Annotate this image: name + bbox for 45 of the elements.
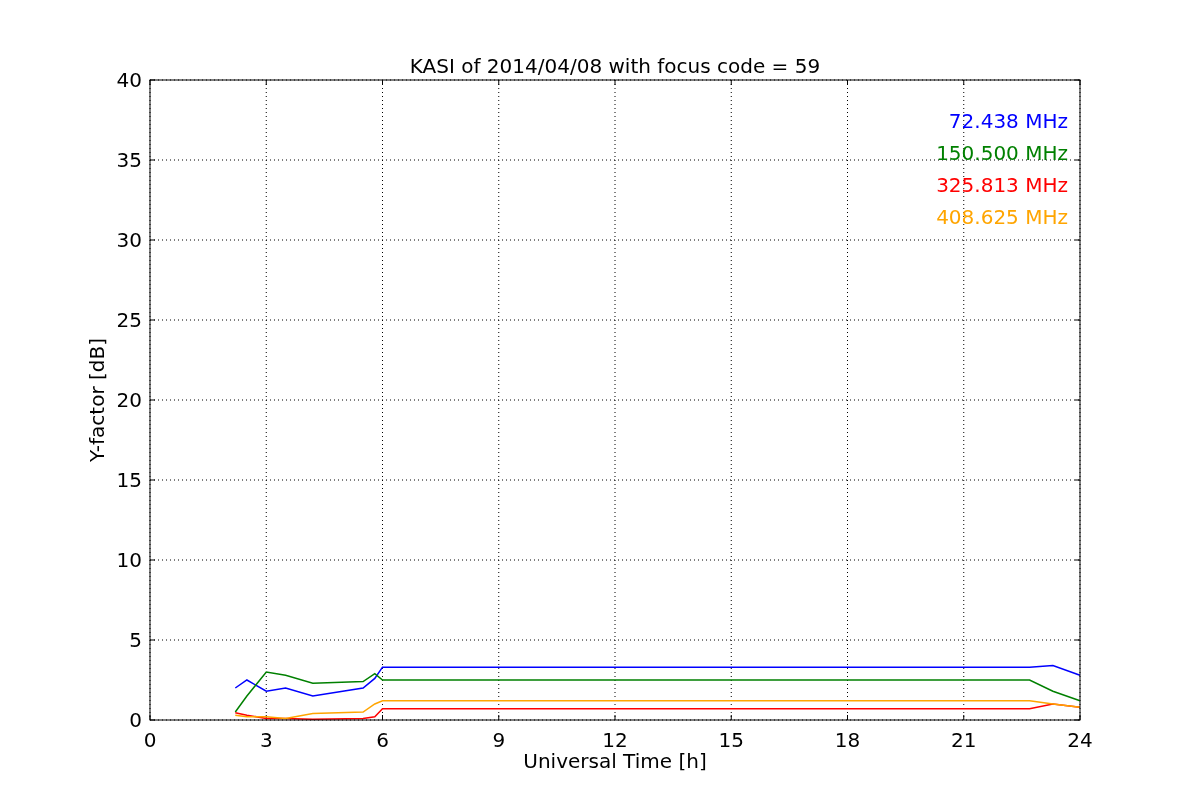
- legend-label: 72.438 MHz: [948, 109, 1068, 133]
- x-tick-label: 21: [951, 728, 977, 752]
- legend-label: 408.625 MHz: [936, 205, 1068, 229]
- tick-mark: [149, 479, 156, 481]
- x-tick-label: 24: [1067, 728, 1093, 752]
- tick-mark: [265, 79, 267, 86]
- x-tick-label: 18: [834, 728, 861, 752]
- x-axis-label: Universal Time [h]: [523, 749, 707, 773]
- x-tick-label: 0: [143, 728, 157, 752]
- tick-mark: [149, 639, 156, 641]
- tick-mark: [149, 559, 156, 561]
- tick-mark: [382, 79, 383, 86]
- x-tick-label: 9: [492, 728, 506, 752]
- chart-title: KASI of 2014/04/08 with focus code = 59: [409, 54, 821, 78]
- tick-mark: [847, 714, 848, 721]
- y-tick-label: 20: [116, 388, 142, 412]
- x-tick-label: 15: [718, 728, 744, 752]
- tick-mark: [149, 319, 156, 321]
- y-tick-label: 10: [116, 548, 142, 572]
- tick-mark: [614, 714, 616, 721]
- y-tick-label: 15: [116, 468, 142, 492]
- y-tick-label: 30: [116, 228, 142, 252]
- y-tick-label: 40: [116, 68, 142, 92]
- tick-mark: [498, 714, 500, 721]
- tick-mark: [149, 399, 156, 401]
- tick-mark: [963, 79, 965, 86]
- legend-label: 325.813 MHz: [936, 173, 1068, 197]
- tick-mark: [498, 79, 500, 86]
- tick-mark: [730, 714, 732, 721]
- tick-mark: [614, 79, 616, 86]
- tick-mark: [382, 714, 383, 721]
- y-tick-label: 0: [129, 708, 142, 732]
- legend-label: 150.500 MHz: [936, 141, 1068, 165]
- tick-mark: [730, 79, 732, 86]
- tick-mark: [149, 239, 156, 241]
- y-tick-label: 25: [116, 308, 142, 332]
- x-tick-label: 6: [376, 728, 389, 752]
- y-tick-label: 5: [129, 628, 142, 652]
- tick-mark: [847, 79, 848, 86]
- x-tick-label: 12: [602, 728, 628, 752]
- tick-mark: [149, 159, 156, 161]
- y-axis-label: Y-factor [dB]: [85, 338, 109, 462]
- y-tick-label: 35: [116, 148, 142, 172]
- x-tick-label: 3: [259, 728, 273, 752]
- tick-mark: [963, 714, 965, 721]
